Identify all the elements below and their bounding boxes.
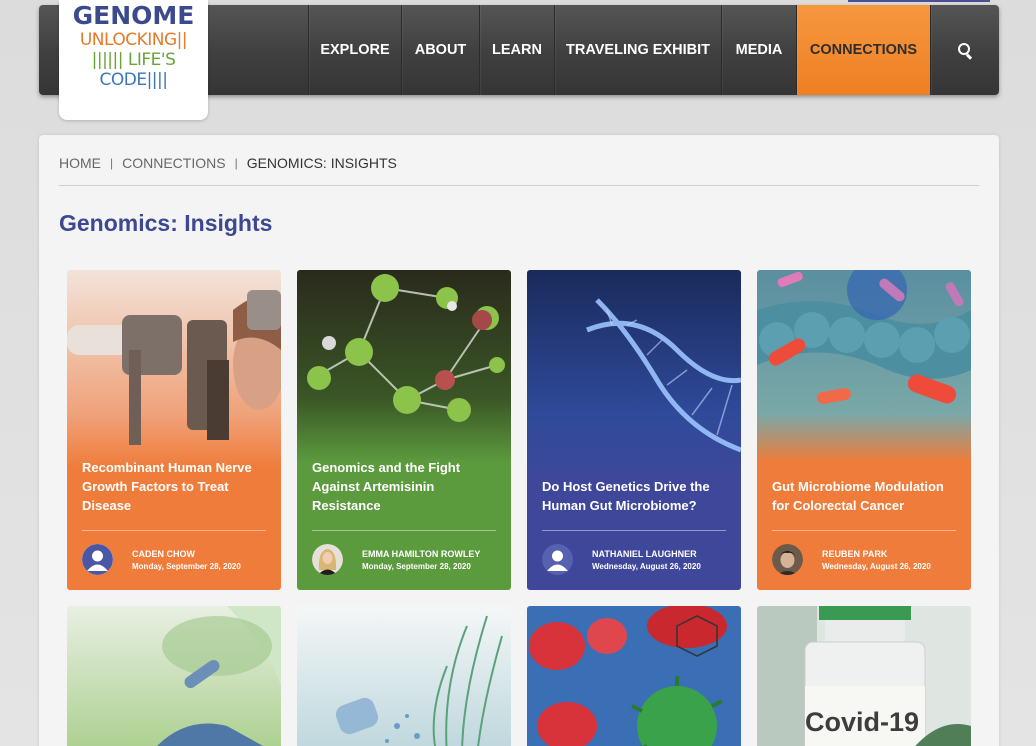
- dna-helix-image: [527, 270, 741, 590]
- default-user-avatar: [82, 544, 113, 575]
- card-author[interactable]: EMMA HAMILTON ROWLEY: [362, 549, 480, 559]
- nav-item-connections[interactable]: CONNECTIONS: [796, 5, 930, 95]
- lab-glass-image: [297, 606, 511, 746]
- nav-label: ABOUT: [414, 42, 467, 58]
- logo-line-lifes: |||||| LIFE'S: [91, 50, 176, 70]
- card-title[interactable]: Recombinant Human Nerve Growth Factors t…: [82, 458, 266, 515]
- nav-item-learn[interactable]: LEARN: [479, 5, 554, 95]
- lab-image: [67, 606, 281, 746]
- breadcrumb-connections[interactable]: CONNECTIONS: [122, 155, 225, 171]
- card-author[interactable]: REUBEN PARK: [822, 549, 887, 559]
- eye-exam-image: [67, 270, 281, 590]
- nav-label: TRAVELING EXHIBIT: [566, 42, 710, 58]
- nav-item-about[interactable]: ABOUT: [401, 5, 479, 95]
- nav-item-traveling-exhibit[interactable]: TRAVELING EXHIBIT: [554, 5, 721, 95]
- divider: [59, 185, 979, 186]
- breadcrumb-current: GENOMICS: INSIGHTS: [246, 155, 397, 171]
- main-nav: EXPLORE ABOUT LEARN TRAVELING EXHIBIT ME…: [308, 5, 999, 95]
- molecule-image: [297, 270, 511, 590]
- logo-line-unlocking: UNLOCKING||: [79, 30, 188, 50]
- nav-item-explore[interactable]: EXPLORE: [308, 5, 401, 95]
- card-divider: [542, 530, 726, 531]
- card-title[interactable]: Gut Microbiome Modulation for Colorectal…: [772, 477, 956, 515]
- nav-item-media[interactable]: MEDIA: [721, 5, 796, 95]
- nav-label: CONNECTIONS: [809, 42, 918, 58]
- page-title: Genomics: Insights: [59, 210, 273, 236]
- card-date: Wednesday, August 26, 2020: [822, 562, 931, 571]
- article-card-covid[interactable]: Covid-19: [757, 606, 971, 746]
- breadcrumb: HOME | CONNECTIONS | GENOMICS: INSIGHTS: [59, 155, 397, 171]
- card-divider: [312, 530, 496, 531]
- genome-logo[interactable]: GENOME UNLOCKING|| |||||| LIFE'S CODE|||…: [59, 0, 208, 120]
- photo-avatar: [312, 544, 343, 575]
- card-author[interactable]: CADEN CHOW: [132, 549, 195, 559]
- article-card-nerve-growth[interactable]: Recombinant Human Nerve Growth Factors t…: [67, 270, 281, 590]
- intestine-bacteria-image: [757, 270, 971, 590]
- card-author[interactable]: NATHANIEL LAUGHNER: [592, 549, 697, 559]
- breadcrumb-home[interactable]: HOME: [59, 155, 101, 171]
- virus-cells-image: [527, 606, 741, 746]
- card-divider: [82, 530, 266, 531]
- card-divider: [772, 530, 956, 531]
- article-card-gut-microbiome[interactable]: Do Host Genetics Drive the Human Gut Mic…: [527, 270, 741, 590]
- article-card-artemisinin[interactable]: Genomics and the Fight Against Artemisin…: [297, 270, 511, 590]
- card-title[interactable]: Genomics and the Fight Against Artemisin…: [312, 458, 496, 515]
- article-card-virus[interactable]: [527, 606, 741, 746]
- nav-label: LEARN: [492, 42, 542, 58]
- covid-label: Covid-19: [805, 707, 920, 737]
- logo-line-code: CODE||||: [99, 70, 169, 90]
- article-card-colorectal[interactable]: Gut Microbiome Modulation for Colorectal…: [757, 270, 971, 590]
- card-title[interactable]: Do Host Genetics Drive the Human Gut Mic…: [542, 477, 726, 515]
- nav-label: MEDIA: [735, 42, 783, 58]
- breadcrumb-separator: |: [234, 156, 238, 170]
- photo-avatar: [772, 544, 803, 575]
- article-card-lab-gloves[interactable]: [67, 606, 281, 746]
- card-date: Monday, September 28, 2020: [132, 562, 241, 571]
- card-date: Monday, September 28, 2020: [362, 562, 471, 571]
- nav-label: EXPLORE: [320, 42, 390, 58]
- search-button[interactable]: [930, 5, 999, 95]
- logo-line-genome: GENOME: [72, 1, 195, 30]
- default-user-avatar: [542, 544, 573, 575]
- top-accent-strip: [848, 0, 990, 2]
- search-icon: [958, 43, 972, 57]
- breadcrumb-separator: |: [110, 156, 114, 170]
- article-card-lab-glass[interactable]: [297, 606, 511, 746]
- card-date: Wednesday, August 26, 2020: [592, 562, 701, 571]
